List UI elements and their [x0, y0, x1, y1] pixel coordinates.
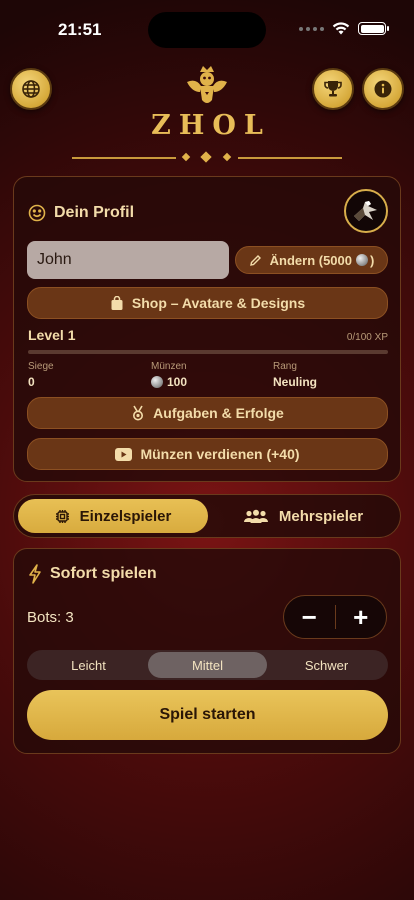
- shopping-bag-icon: [111, 295, 123, 310]
- stat-value: Neuling: [273, 375, 317, 389]
- start-game-button[interactable]: Spiel starten: [27, 690, 388, 740]
- bots-stepper: − +: [283, 595, 387, 639]
- shop-label: Shop – Avatare & Designs: [131, 295, 306, 311]
- quick-play-heading: Sofort spielen: [28, 564, 157, 584]
- tab-multiplayer[interactable]: Mehrspieler: [208, 499, 398, 533]
- quick-play-title: Sofort spielen: [50, 565, 157, 582]
- smiley-icon: [28, 204, 46, 222]
- difficulty-medium[interactable]: Mittel: [148, 652, 267, 678]
- stat-value: 0: [28, 375, 35, 389]
- xp-progress-bar: [28, 350, 388, 354]
- decrease-bots-button[interactable]: −: [284, 596, 335, 638]
- dynamic-island: [148, 12, 266, 48]
- level-label: Level 1: [28, 327, 76, 343]
- tab-multiplayer-label: Mehrspieler: [278, 507, 364, 525]
- stat-label: Münzen: [151, 361, 187, 372]
- coin-icon: [151, 376, 163, 388]
- bots-count-label: Bots: 3: [27, 609, 74, 626]
- tab-singleplayer-label: Einzelspieler: [79, 507, 172, 525]
- cpu-icon: [55, 509, 69, 523]
- stat-value: 100: [167, 375, 188, 389]
- eagle-avatar-icon: [354, 201, 377, 221]
- brand-title: ZHOL: [151, 110, 271, 141]
- earn-coins-button[interactable]: Münzen verdienen (+40): [27, 438, 388, 470]
- play-video-icon: [115, 447, 133, 461]
- logo-emblem-icon: [187, 66, 227, 103]
- change-name-label: Ändern (5000: [269, 252, 353, 268]
- wifi-icon: [332, 22, 350, 35]
- earn-coins-label: Münzen verdienen (+40): [140, 446, 300, 462]
- app-logo: ZHOL: [0, 64, 414, 141]
- level-row: Level 1 0/100 XP: [28, 327, 388, 343]
- tasks-label: Aufgaben & Erfolge: [153, 405, 284, 421]
- difficulty-hard[interactable]: Schwer: [267, 652, 386, 678]
- change-name-button[interactable]: Ändern (5000 ): [235, 246, 388, 274]
- stat-rank: Rang Neuling: [273, 361, 317, 389]
- change-name-label-end: ): [370, 252, 375, 268]
- status-icons: [299, 22, 389, 35]
- signal-icon: [299, 26, 324, 31]
- medal-icon: [133, 405, 144, 421]
- xp-label: 0/100 XP: [346, 332, 388, 343]
- tab-singleplayer[interactable]: Einzelspieler: [18, 499, 208, 533]
- stat-wins: Siege 0: [28, 361, 54, 389]
- clock: 21:51: [58, 20, 102, 39]
- battery-icon: [358, 22, 389, 35]
- stat-coins: Münzen 100: [151, 361, 187, 389]
- users-icon: [243, 509, 268, 523]
- pencil-icon: [249, 254, 261, 266]
- game-mode-toggle: Einzelspieler Mehrspieler: [13, 494, 401, 538]
- difficulty-easy[interactable]: Leicht: [29, 652, 148, 678]
- shop-button[interactable]: Shop – Avatare & Designs: [27, 287, 388, 319]
- quick-play-card: Sofort spielen Bots: 3 − + Leicht Mittel…: [13, 548, 401, 754]
- stat-label: Rang: [273, 361, 297, 372]
- profile-heading: Dein Profil: [28, 204, 134, 222]
- profile-card: Dein Profil Ändern (5000 ) Shop – Avatar…: [13, 176, 401, 482]
- difficulty-selector: Leicht Mittel Schwer: [27, 650, 388, 680]
- stat-label: Siege: [28, 361, 54, 372]
- ornamental-divider: [72, 150, 342, 164]
- lightning-icon: [29, 564, 41, 584]
- increase-bots-button[interactable]: +: [336, 596, 387, 638]
- coin-icon: [356, 254, 369, 266]
- player-name-input[interactable]: [27, 241, 229, 279]
- profile-title: Dein Profil: [54, 204, 135, 221]
- status-bar: 21:51: [0, 0, 414, 56]
- avatar[interactable]: [344, 189, 388, 233]
- tasks-achievements-button[interactable]: Aufgaben & Erfolge: [27, 397, 388, 429]
